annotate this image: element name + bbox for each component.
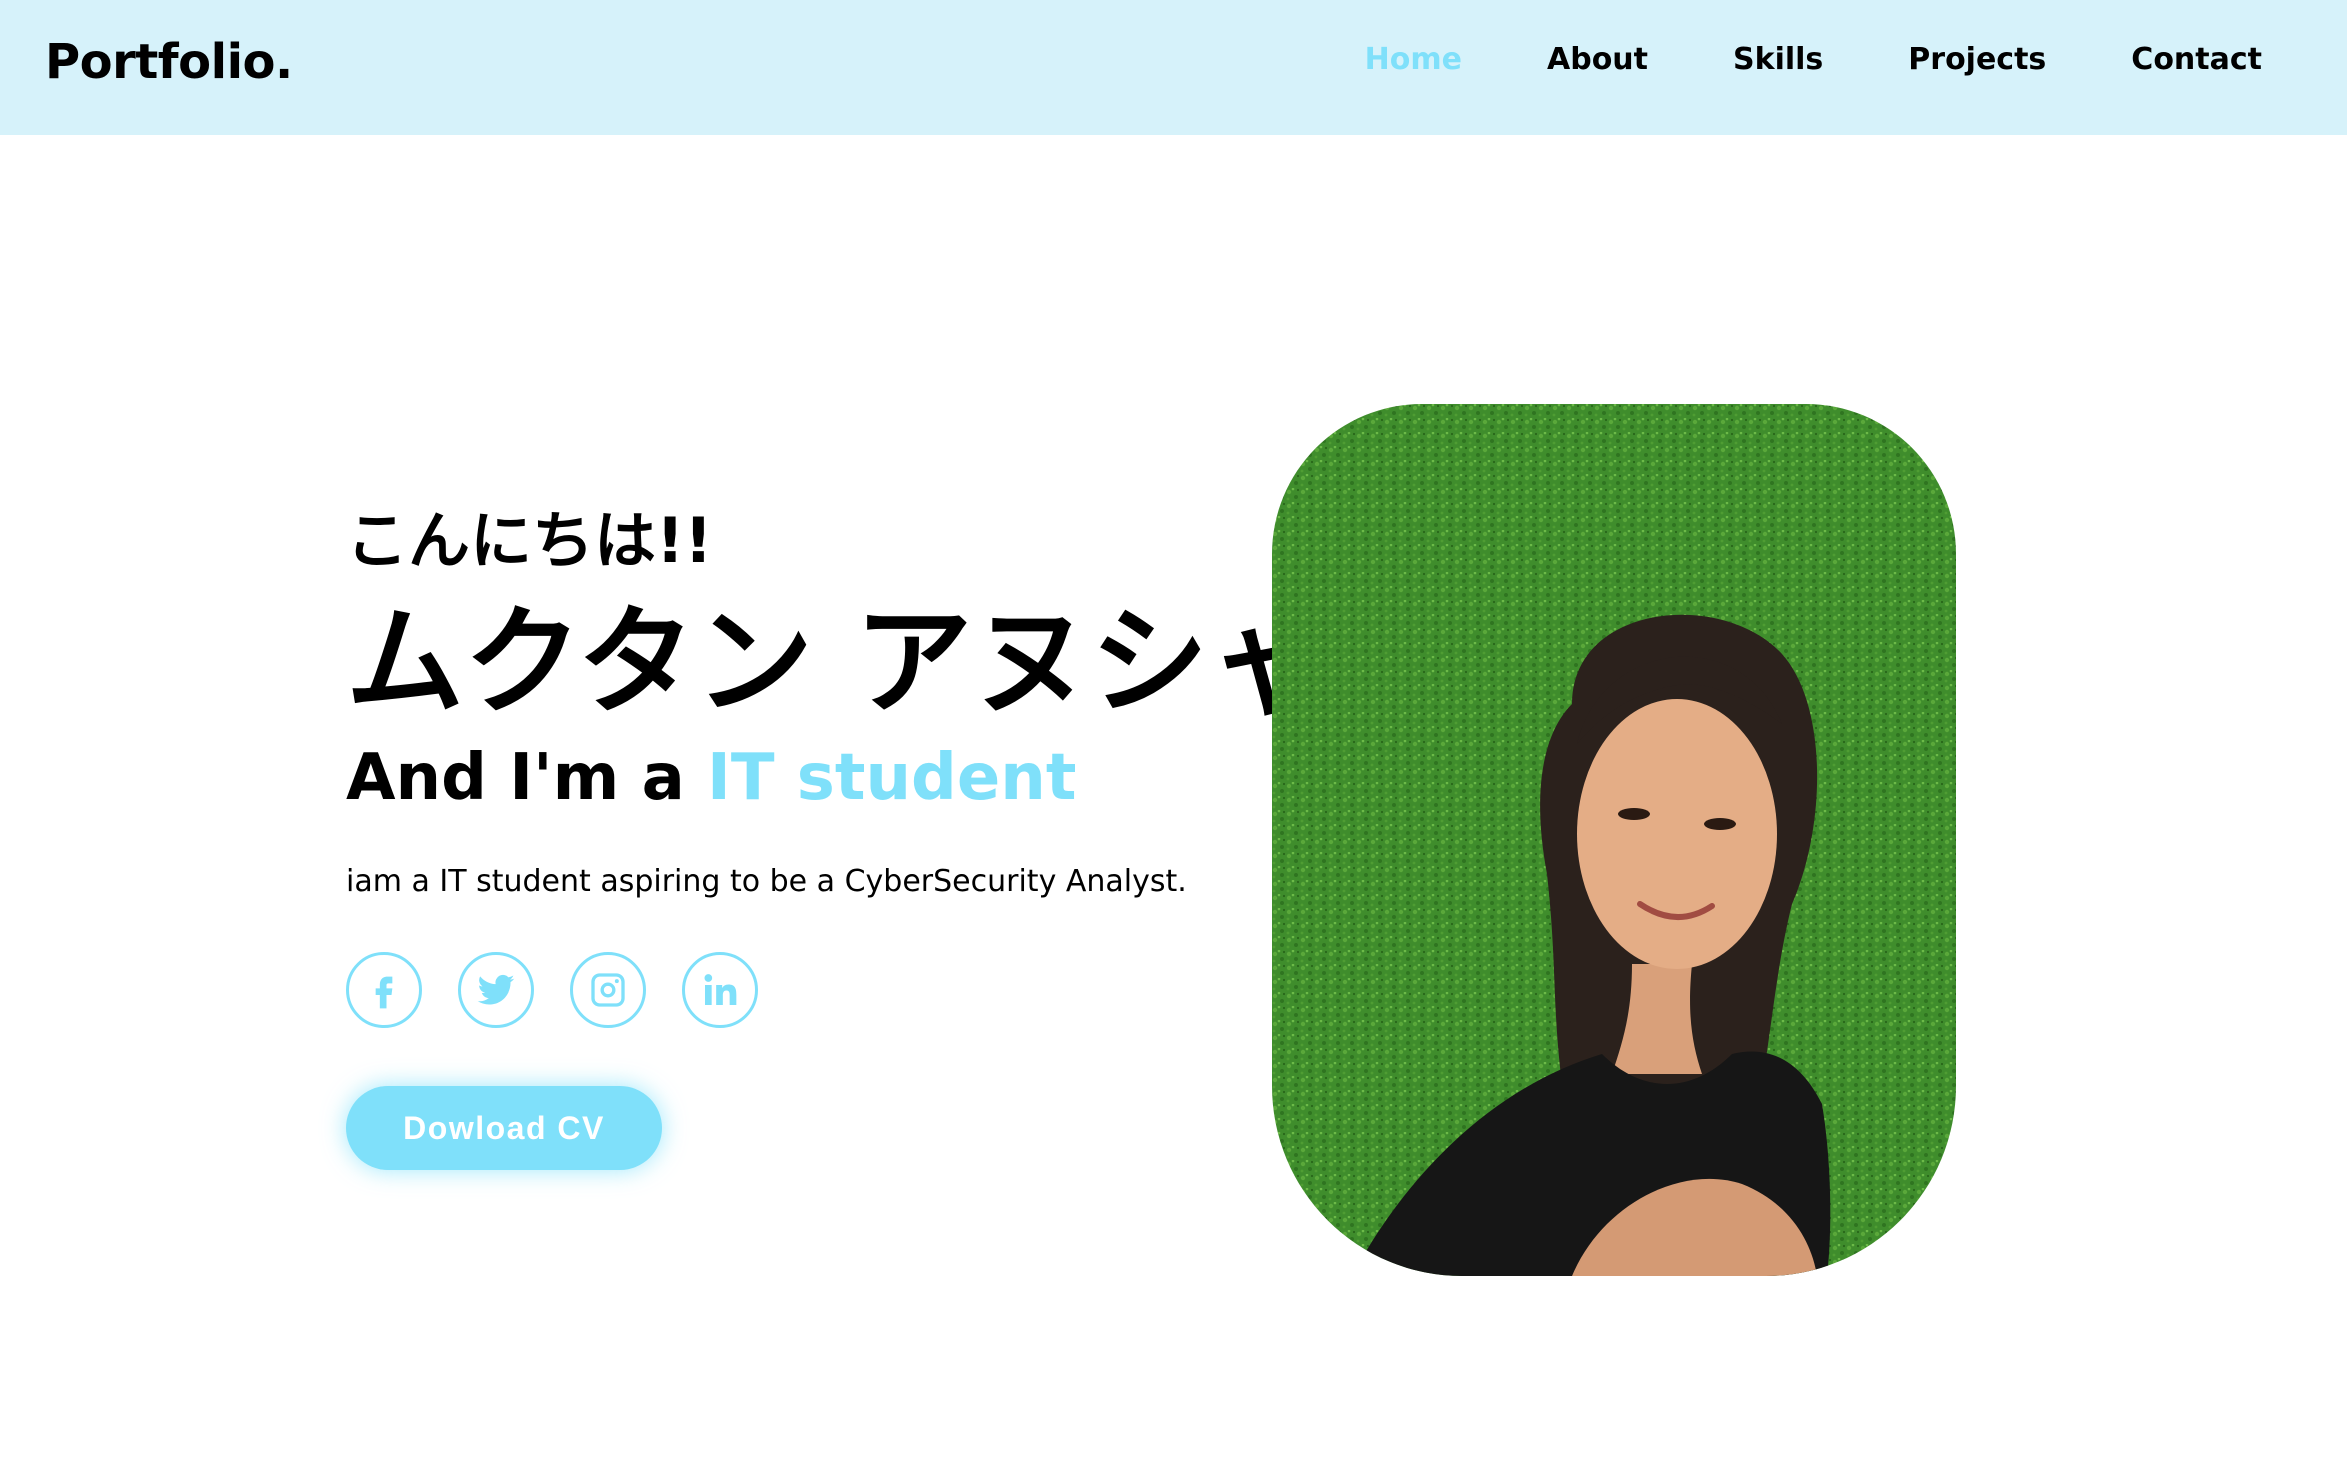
facebook-icon bbox=[375, 976, 393, 1009]
instagram-link[interactable] bbox=[570, 952, 646, 1028]
greeting-text: こんにちは!! bbox=[346, 504, 713, 577]
nav-skills[interactable]: Skills bbox=[1733, 36, 1823, 84]
linkedin-icon bbox=[704, 974, 737, 1005]
twitter-link[interactable] bbox=[458, 952, 534, 1028]
social-links bbox=[346, 952, 1326, 1028]
hero-content: こんにちは!! ムクタン アヌシャ And I'm a IT student i… bbox=[346, 500, 1326, 1170]
role-prefix: And I'm a bbox=[346, 741, 708, 815]
hero-name: ムクタン アヌシャ bbox=[346, 593, 1327, 731]
facebook-link[interactable] bbox=[346, 952, 422, 1028]
site-logo[interactable]: Portfolio. bbox=[45, 30, 293, 94]
profile-photo-graphic bbox=[1272, 404, 1956, 1276]
nav-about[interactable]: About bbox=[1547, 36, 1648, 84]
profile-photo bbox=[1272, 404, 1956, 1276]
instagram-icon bbox=[591, 973, 625, 1007]
hero-description: iam a IT student aspiring to be a CyberS… bbox=[346, 864, 1187, 899]
nav-projects[interactable]: Projects bbox=[1908, 36, 2046, 84]
twitter-icon bbox=[477, 974, 515, 1005]
nav-contact[interactable]: Contact bbox=[2131, 36, 2262, 84]
site-header: Portfolio. Home About Skills Projects Co… bbox=[0, 0, 2347, 135]
nav-home[interactable]: Home bbox=[1365, 36, 1462, 84]
hero-role: And I'm a IT student bbox=[346, 736, 1326, 820]
download-cv-button[interactable]: Dowload CV bbox=[346, 1086, 662, 1170]
role-highlight: IT student bbox=[707, 741, 1077, 815]
main-nav: Home About Skills Projects Contact bbox=[1280, 36, 2262, 84]
linkedin-link[interactable] bbox=[682, 952, 758, 1028]
